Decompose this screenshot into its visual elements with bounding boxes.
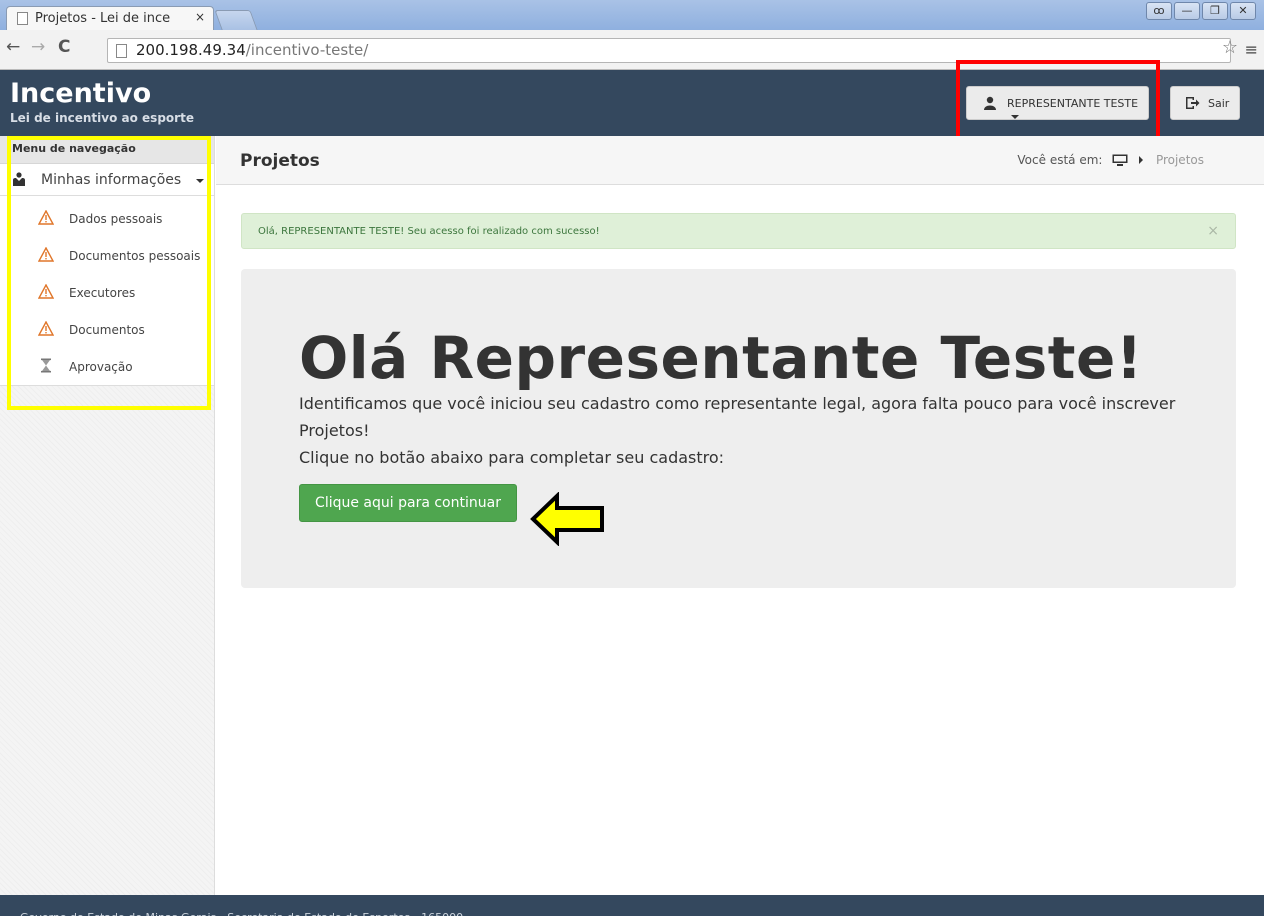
annotation-arrow-left-icon <box>530 492 604 546</box>
url-host: 200.198.49.34 <box>136 41 246 59</box>
bookmark-star-icon[interactable]: ☆ <box>1222 37 1238 58</box>
logout-icon <box>1186 97 1200 109</box>
reload-icon[interactable]: C <box>58 37 70 57</box>
brand-title[interactable]: Incentivo <box>10 78 151 109</box>
page-icon <box>17 12 28 25</box>
welcome-text: Identificamos que você iniciou seu cadas… <box>299 390 1199 471</box>
welcome-heading: Olá Representante Teste! <box>299 324 1143 392</box>
annotation-highlight-red <box>956 60 1160 140</box>
welcome-line-1: Identificamos que você iniciou seu cadas… <box>299 394 1176 440</box>
logout-label: Sair <box>1208 97 1230 110</box>
monitor-icon[interactable] <box>1112 154 1128 166</box>
page-icon <box>116 44 127 58</box>
url-path: /incentivo-teste/ <box>245 41 369 59</box>
forward-icon[interactable]: → <box>31 37 45 57</box>
browser-menu-icon[interactable]: ≡ <box>1245 40 1258 59</box>
brand-subtitle: Lei de incentivo ao esporte <box>10 111 194 125</box>
window-controls: ꝏ — ❐ ✕ <box>1146 2 1256 22</box>
alert-message: Olá, REPRESENTANTE TESTE! Seu acesso foi… <box>258 226 600 237</box>
browser-tab-strip: Projetos - Lei de ince × ꝏ — ❐ ✕ <box>0 0 1264 30</box>
footer: Governo do Estado de Minas Gerais - Secr… <box>0 895 1264 916</box>
minimize-button[interactable]: — <box>1174 2 1200 20</box>
alert-close-button[interactable]: × <box>1207 223 1219 239</box>
welcome-line-2: Clique no botão abaixo para completar se… <box>299 448 725 467</box>
browser-tab[interactable]: Projetos - Lei de ince × <box>6 6 214 30</box>
caret-right-icon <box>1139 156 1144 164</box>
welcome-panel: Olá Representante Teste! Identificamos q… <box>241 269 1236 588</box>
logout-button[interactable]: Sair <box>1170 86 1240 120</box>
back-icon[interactable]: ← <box>6 37 20 57</box>
close-window-button[interactable]: ✕ <box>1230 2 1256 20</box>
continue-button[interactable]: Clique aqui para continuar <box>299 484 517 522</box>
page-header: Projetos Você está em: Projetos <box>216 136 1264 185</box>
profile-button[interactable]: ꝏ <box>1146 2 1172 20</box>
breadcrumb: Você está em: Projetos <box>1017 153 1204 167</box>
breadcrumb-prefix: Você está em: <box>1017 153 1103 167</box>
tab-title: Projetos - Lei de ince <box>35 11 171 26</box>
breadcrumb-current: Projetos <box>1155 153 1204 167</box>
annotation-highlight-yellow <box>7 136 211 410</box>
success-alert: Olá, REPRESENTANTE TESTE! Seu acesso foi… <box>241 213 1236 249</box>
tab-close-button[interactable]: × <box>195 10 205 24</box>
restore-button[interactable]: ❐ <box>1202 2 1228 20</box>
page-title: Projetos <box>240 151 320 171</box>
new-tab-button[interactable] <box>214 10 258 30</box>
